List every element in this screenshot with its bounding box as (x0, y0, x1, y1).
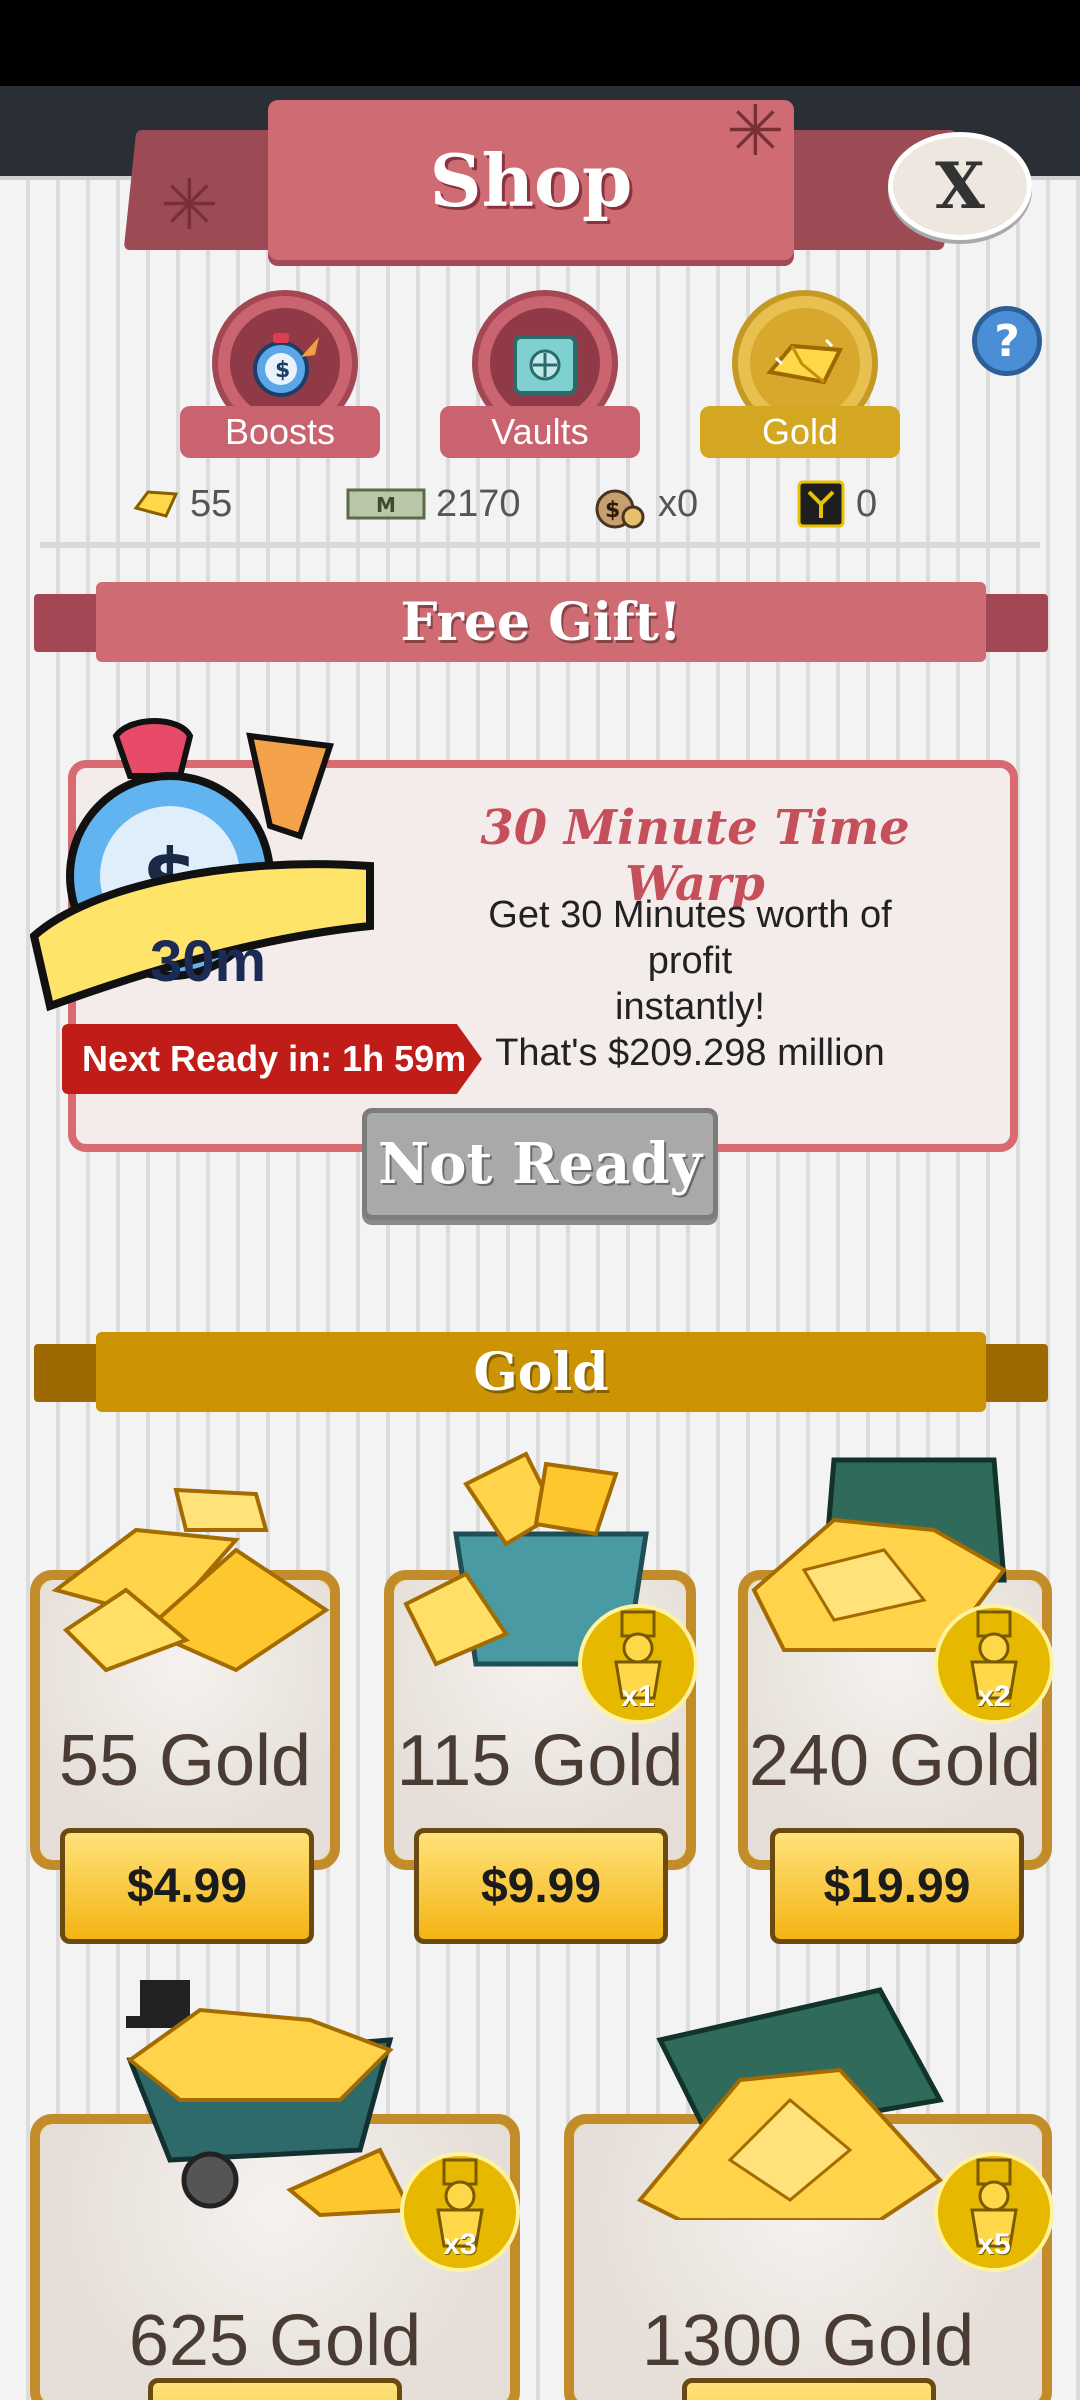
money-bag-icon: $ (595, 489, 645, 529)
tab-boosts[interactable]: $ Boosts (180, 286, 380, 458)
close-icon: X (935, 148, 985, 224)
not-ready-label: Not Ready (377, 1131, 703, 1197)
gift-description: Get 30 Minutes worth of profit instantly… (488, 894, 892, 1074)
gold-section-title: Gold (473, 1341, 609, 1403)
next-ready-timer: Next Ready in: 1h 59m (62, 1024, 482, 1094)
time-warp-badge: 30m (150, 929, 267, 994)
currency-gold-value: 55 (190, 482, 233, 525)
price-button-19-99[interactable]: $19.99 (770, 1828, 1024, 1944)
boost-stopwatch-icon: $ (253, 333, 319, 397)
sparkle-decoration: ✳ (726, 92, 785, 170)
currency-mega-ticket: 0 (796, 476, 877, 532)
tab-gold-label: Gold (700, 406, 900, 458)
multiplier-label: x3 (443, 2228, 477, 2261)
gold-banner: Gold (96, 1332, 986, 1412)
vault-icon (513, 335, 577, 395)
tab-vaults[interactable]: Vaults (440, 286, 640, 458)
divider (40, 542, 1040, 548)
sparkle-decoration: ✳ (160, 166, 219, 244)
gold-pack-name: 55 Gold (58, 1721, 312, 1801)
svg-text:$: $ (605, 498, 620, 523)
price-button-1300[interactable] (682, 2378, 936, 2400)
tab-gold[interactable]: Gold (700, 286, 900, 458)
status-bar (0, 0, 1080, 86)
currency-money-bag-value: x0 (658, 482, 699, 525)
free-gift-title: Free Gift! (400, 591, 682, 653)
gold-wheelbarrow-icon (126, 1980, 414, 2218)
mega-ticket-icon (797, 480, 845, 528)
megabucks-icon: M (346, 488, 426, 520)
help-button[interactable]: ? (972, 306, 1042, 376)
price-button-4-99[interactable]: $4.99 (60, 1828, 314, 1944)
currency-gold: 55 (132, 476, 232, 532)
title-ribbon: Shop (268, 100, 794, 260)
gold-pile-small-icon (51, 1487, 330, 1673)
close-button[interactable]: X (888, 132, 1032, 240)
price-button-9-99[interactable]: $9.99 (414, 1828, 668, 1944)
tab-boosts-label: Boosts (180, 406, 380, 458)
not-ready-button[interactable]: Not Ready (362, 1108, 718, 1220)
gold-vault-pile-icon (636, 1987, 944, 2220)
svg-text:$: $ (275, 358, 290, 383)
currency-money-bag: $ x0 (592, 476, 698, 532)
svg-text:M: M (376, 493, 396, 517)
page-title: Shop (429, 137, 633, 223)
currency-mega-ticket-value: 0 (856, 482, 878, 525)
price-button-625[interactable] (148, 2378, 402, 2400)
gold-bar-icon (766, 338, 844, 385)
help-icon: ? (994, 315, 1020, 367)
currency-megabucks: M 2170 (346, 476, 521, 532)
multiplier-label: x5 (977, 2228, 1011, 2261)
gold-icon (133, 490, 179, 518)
tab-vaults-label: Vaults (440, 406, 640, 458)
currency-megabucks-value: 2170 (436, 482, 521, 525)
free-gift-banner: Free Gift! (96, 582, 986, 662)
